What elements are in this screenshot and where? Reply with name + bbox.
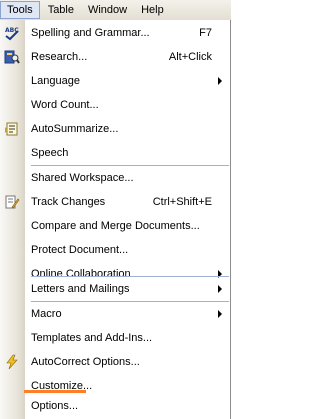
- menu-item-shortcut: Alt+Click: [168, 51, 212, 63]
- menu-item-templates-and-add-ins[interactable]: Templates and Add-Ins...: [0, 326, 230, 350]
- submenu-arrow-icon: [218, 285, 222, 293]
- menu-item-label: Track Changes: [31, 196, 106, 208]
- menu-item-label: Research...: [31, 51, 88, 63]
- menu-item-options[interactable]: Options...: [0, 394, 230, 418]
- menu-item-label: Compare and Merge Documents...: [31, 220, 200, 232]
- menu-item-label: Macro: [31, 308, 62, 320]
- menu-item-label: AutoCorrect Options...: [31, 356, 140, 368]
- menu-window[interactable]: Window: [82, 1, 133, 19]
- submenu-arrow-icon: [218, 77, 222, 85]
- menu-item-macro[interactable]: Macro: [0, 302, 230, 326]
- track-changes-pencil-icon: [5, 195, 20, 209]
- menu-item-speech[interactable]: Speech: [0, 141, 230, 165]
- menu-item-compare-and-merge[interactable]: Compare and Merge Documents...: [0, 214, 230, 238]
- menu-item-label: Letters and Mailings: [31, 283, 130, 295]
- highlight-underline: [24, 390, 86, 393]
- menu-item-letters-and-mailings[interactable]: Letters and Mailings: [0, 277, 230, 301]
- menu-item-label: Word Count...: [31, 99, 99, 111]
- menu-item-research[interactable]: Research... Alt+Click: [0, 45, 230, 69]
- menu-help[interactable]: Help: [135, 1, 170, 19]
- menu-item-label: Protect Document...: [31, 244, 129, 256]
- menu-item-label: Spelling and Grammar...: [31, 27, 150, 39]
- spelling-abc-check-icon: ABC: [5, 27, 19, 41]
- menu-tools[interactable]: Tools: [0, 1, 40, 19]
- menu-item-shared-workspace[interactable]: Shared Workspace...: [0, 166, 230, 190]
- menu-item-label: Templates and Add-Ins...: [31, 332, 153, 344]
- menu-item-autosummarize[interactable]: AutoSummarize...: [0, 117, 230, 141]
- menu-item-track-changes[interactable]: Track Changes Ctrl+Shift+E: [0, 190, 230, 214]
- menu-item-label: Language: [31, 75, 80, 87]
- menu-table[interactable]: Table: [42, 1, 80, 19]
- menu-item-autocorrect-options[interactable]: AutoCorrect Options...: [0, 350, 230, 374]
- menu-item-label: Options...: [31, 400, 79, 412]
- menu-item-word-count[interactable]: Word Count...: [0, 93, 230, 117]
- menu-item-shortcut: F7: [199, 27, 212, 39]
- menu-item-shortcut: Ctrl+Shift+E: [152, 196, 212, 208]
- research-book-icon: [4, 50, 20, 64]
- tools-dropdown-menu: ABC Spelling and Grammar... F7 Research.…: [0, 20, 231, 419]
- menu-item-label: Shared Workspace...: [31, 172, 134, 184]
- menu-item-language[interactable]: Language: [0, 69, 230, 93]
- autosummarize-icon: [5, 122, 18, 136]
- submenu-arrow-icon: [218, 310, 222, 318]
- menu-item-spelling-and-grammar[interactable]: ABC Spelling and Grammar... F7: [0, 21, 230, 45]
- menu-item-label: Speech: [31, 147, 69, 159]
- menu-item-label: AutoSummarize...: [31, 123, 119, 135]
- menu-item-protect-document[interactable]: Protect Document...: [0, 238, 230, 262]
- menu-bar: Tools Table Window Help: [0, 0, 231, 21]
- autocorrect-lightning-icon: [6, 354, 18, 370]
